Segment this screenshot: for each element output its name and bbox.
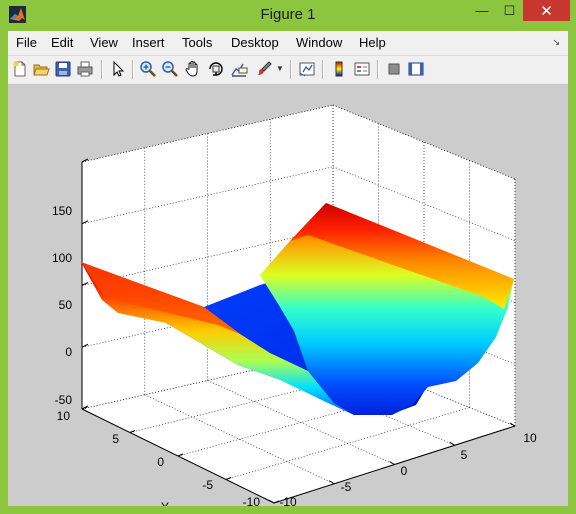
y-tick-label: -10 <box>243 495 261 506</box>
link-plot-icon[interactable] <box>298 60 316 78</box>
rotate-3d-icon[interactable] <box>207 60 225 78</box>
data-cursor-icon[interactable] <box>230 60 248 78</box>
toolbar-separator <box>290 60 292 79</box>
zoom-out-icon[interactable] <box>161 60 179 78</box>
menu-bar: File Edit View Insert Tools Desktop Wind… <box>8 31 568 56</box>
legend-icon[interactable] <box>353 60 371 78</box>
menu-window[interactable]: Window <box>296 35 342 50</box>
brush-icon[interactable] <box>255 60 273 78</box>
menu-view[interactable]: View <box>90 35 118 50</box>
open-file-icon[interactable] <box>32 60 50 78</box>
new-figure-icon[interactable] <box>11 60 29 78</box>
y-axis-label: Y <box>161 500 169 506</box>
y-tick-label: 5 <box>112 432 119 446</box>
show-plot-tools-icon[interactable] <box>407 60 425 78</box>
z-tick-label: 150 <box>52 204 72 218</box>
y-tick-label: 0 <box>157 455 164 469</box>
x-tick-label: 5 <box>461 448 468 462</box>
toolbar-separator <box>132 60 134 79</box>
x-tick-label: -10 <box>279 495 297 506</box>
menu-edit[interactable]: Edit <box>51 35 73 50</box>
z-tick-label: 50 <box>59 298 73 312</box>
menu-insert[interactable]: Insert <box>132 35 165 50</box>
x-tick-label: 10 <box>523 431 537 445</box>
pan-icon[interactable] <box>184 60 202 78</box>
z-tick-label: 0 <box>65 345 72 359</box>
print-icon[interactable] <box>76 60 94 78</box>
brush-dropdown-arrow-icon[interactable]: ▼ <box>276 64 284 73</box>
surface-plot[interactable]: 150 100 50 0 -50 10 5 0 -5 -10 -10 -5 0 … <box>8 85 568 514</box>
menu-file[interactable]: File <box>16 35 37 50</box>
pointer-icon[interactable] <box>109 60 127 78</box>
toolbar-separator <box>322 60 324 79</box>
colorbar-icon[interactable] <box>330 60 348 78</box>
z-tick-label: 100 <box>52 251 72 265</box>
maximize-button[interactable]: ☐ <box>496 0 523 21</box>
toolbar-separator <box>101 60 103 79</box>
toolbar-separator <box>377 60 379 79</box>
figure-client: File Edit View Insert Tools Desktop Wind… <box>8 31 568 514</box>
x-tick-label: -5 <box>341 480 352 494</box>
zoom-in-icon[interactable] <box>139 60 157 78</box>
menu-dock-arrow-icon[interactable]: ↘ <box>552 37 560 48</box>
y-tick-label: 10 <box>57 409 71 423</box>
x-tick-label: 0 <box>401 464 408 478</box>
minimize-button[interactable]: — <box>468 0 496 21</box>
figure-window: Figure 1 — ☐ ✕ File Edit View Insert Too… <box>0 0 576 514</box>
save-icon[interactable] <box>54 60 72 78</box>
y-tick-label: -5 <box>202 478 213 492</box>
plot-area[interactable]: 150 100 50 0 -50 10 5 0 -5 -10 -10 -5 0 … <box>8 85 568 514</box>
hide-plot-tools-icon[interactable] <box>385 60 403 78</box>
menu-tools[interactable]: Tools <box>182 35 212 50</box>
menu-help[interactable]: Help <box>359 35 386 50</box>
title-bar[interactable]: Figure 1 — ☐ ✕ <box>0 0 576 31</box>
close-button[interactable]: ✕ <box>523 0 570 21</box>
menu-desktop[interactable]: Desktop <box>231 35 279 50</box>
figure-toolbar: ▼ <box>8 56 568 85</box>
z-tick-label: -50 <box>55 393 73 407</box>
